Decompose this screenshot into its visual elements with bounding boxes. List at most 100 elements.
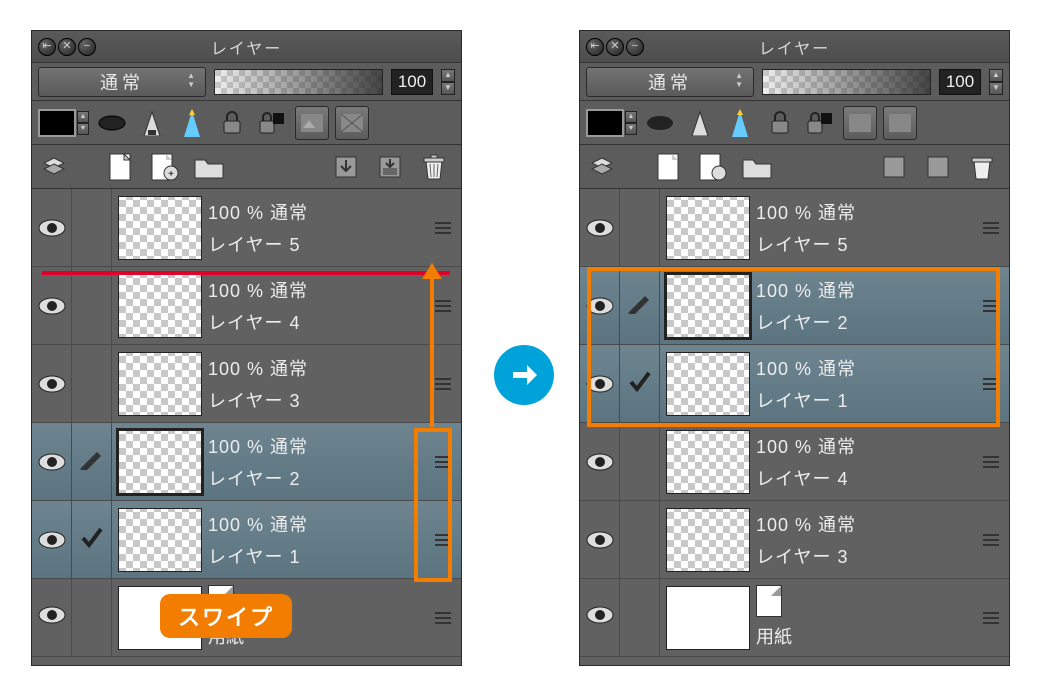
layer-row[interactable]: 100 % 通常レイヤー 5 [580,189,1009,267]
opacity-value[interactable]: 100 [939,69,981,95]
draft-pencil-icon[interactable] [175,106,209,140]
lock-icon[interactable] [763,106,797,140]
visibility-toggle[interactable] [580,579,620,656]
visibility-toggle[interactable] [32,267,72,344]
layer-stack-icon[interactable] [590,150,614,184]
layer-mark[interactable] [620,501,660,578]
visibility-toggle[interactable] [32,423,72,500]
drag-handle[interactable] [425,579,461,656]
layer-mark[interactable] [72,501,112,578]
drag-handle[interactable] [973,189,1009,266]
layer-row[interactable]: 100 % 通常レイヤー 2 [32,423,461,501]
delete-layer-button[interactable] [965,150,999,184]
new-layer-button[interactable] [104,150,138,184]
layer-opacity-label: 100 % 通常 [756,511,973,537]
transfer-down-button[interactable] [329,150,363,184]
transfer-down-button[interactable] [877,150,911,184]
layer-mark[interactable] [72,423,112,500]
layer-thumbnail[interactable] [112,189,208,266]
mask-shape-icon[interactable] [643,106,677,140]
reference-icon[interactable] [135,106,169,140]
layer-row[interactable]: 100 % 通常レイヤー 4 [32,267,461,345]
layer-mark[interactable] [72,189,112,266]
layer-row[interactable]: 100 % 通常レイヤー 5 [32,189,461,267]
visibility-toggle[interactable] [580,501,620,578]
layer-thumbnail[interactable] [112,345,208,422]
new-layer-button[interactable] [652,150,686,184]
layer-mark [620,579,660,656]
layer-opacity-label: 100 % 通常 [208,355,425,381]
drop-target-indicator [42,271,450,275]
drag-handle[interactable] [973,579,1009,656]
panel-titlebar[interactable]: ⇤ ✕ − レイヤー [32,31,461,63]
layer-info: 100 % 通常レイヤー 4 [208,267,425,344]
layer-row[interactable]: 100 % 通常レイヤー 1 [32,501,461,579]
layer-opacity-label: 100 % 通常 [756,433,973,459]
opacity-value[interactable]: 100 [391,69,433,95]
effect-button-1[interactable] [295,106,329,140]
effect-button-1[interactable] [843,106,877,140]
new-folder-button[interactable] [740,150,774,184]
opacity-spinner[interactable]: ▲▼ [441,69,455,95]
opacity-slider[interactable] [214,69,383,95]
drag-handle[interactable] [425,189,461,266]
visibility-toggle[interactable] [580,189,620,266]
eye-icon [586,606,614,629]
paper-row[interactable]: 用紙 [580,579,1009,657]
paper-label: 用紙 [756,623,792,649]
layer-mark[interactable] [620,423,660,500]
swipe-grip-highlight [414,428,452,582]
layer-stack-icon[interactable] [42,150,66,184]
layer-row[interactable]: 100 % 通常レイヤー 3 [32,345,461,423]
panel-title: レイヤー [32,35,461,59]
effect-button-2[interactable] [335,106,369,140]
visibility-toggle[interactable] [32,345,72,422]
paper-thumbnail[interactable] [660,579,756,656]
layer-thumbnail[interactable] [112,501,208,578]
new-layer-plus-button[interactable]: + [148,150,182,184]
blend-mode-dropdown[interactable]: 通常 ▲▼ [586,67,754,97]
layer-row[interactable]: 100 % 通常レイヤー 4 [580,423,1009,501]
swatch-spinner[interactable]: ▲▼ [625,111,637,135]
layer-color-swatch[interactable] [586,109,624,137]
visibility-toggle[interactable] [32,579,72,656]
opacity-slider[interactable] [762,69,931,95]
merge-down-button[interactable] [373,150,407,184]
blend-mode-dropdown[interactable]: 通常 ▲▼ [38,67,206,97]
merge-down-button[interactable] [921,150,955,184]
layer-thumbnail[interactable] [660,501,756,578]
draft-pencil-icon[interactable] [723,106,757,140]
delete-layer-button[interactable] [417,150,451,184]
new-layer-plus-button[interactable] [696,150,730,184]
eye-icon [38,219,66,237]
layer-color-swatch[interactable] [38,109,76,137]
eye-icon [586,531,614,549]
blend-mode-label: 通常 [100,69,144,95]
reference-icon[interactable] [683,106,717,140]
layer-thumbnail[interactable] [112,423,208,500]
layer-mark[interactable] [620,189,660,266]
visibility-toggle[interactable] [580,423,620,500]
lock-icon[interactable] [215,106,249,140]
swatch-spinner[interactable]: ▲▼ [77,111,89,135]
new-folder-button[interactable] [192,150,226,184]
layer-row[interactable]: 100 % 通常レイヤー 3 [580,501,1009,579]
lock-transparency-icon[interactable] [255,106,289,140]
lock-transparency-icon[interactable] [803,106,837,140]
layer-mark[interactable] [72,267,112,344]
layer-thumbnail[interactable] [112,267,208,344]
panel-titlebar[interactable]: ⇤ ✕ − レイヤー [580,31,1009,63]
layer-thumbnail[interactable] [660,423,756,500]
effect-button-2[interactable] [883,106,917,140]
layer-name-label: レイヤー 1 [208,543,425,569]
layer-thumbnail[interactable] [660,189,756,266]
mask-shape-icon[interactable] [95,106,129,140]
visibility-toggle[interactable] [32,189,72,266]
visibility-toggle[interactable] [32,501,72,578]
layer-opacity-label: 100 % 通常 [208,199,425,225]
opacity-spinner[interactable]: ▲▼ [989,69,1003,95]
drag-handle[interactable] [973,501,1009,578]
layer-mark[interactable] [72,345,112,422]
drag-handle[interactable] [973,423,1009,500]
eye-icon [38,297,66,315]
